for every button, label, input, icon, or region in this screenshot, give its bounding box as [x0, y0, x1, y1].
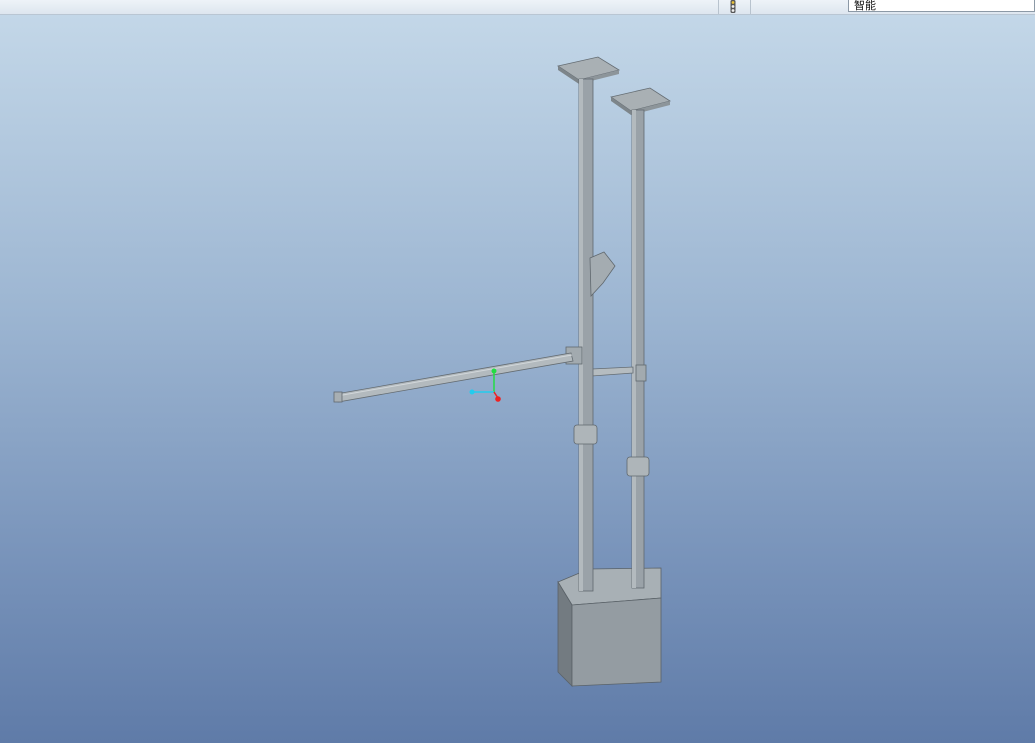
- pole-right: [610, 87, 671, 589]
- cross-tube: [591, 366, 634, 377]
- traffic-light-icon[interactable]: [729, 0, 737, 13]
- 3d-model: [333, 56, 671, 687]
- toolbar-separator: [718, 0, 719, 14]
- concrete-base: [557, 567, 662, 687]
- pole-left: [557, 56, 621, 592]
- signal-bracket: [589, 251, 616, 297]
- 3d-graphics-viewport[interactable]: [0, 15, 1035, 743]
- horizontal-arm: [333, 352, 574, 403]
- toolbar-separator: [750, 0, 751, 14]
- selection-filter-dropdown[interactable]: 智能: [848, 0, 1035, 12]
- top-toolbar: 智能: [0, 0, 1035, 15]
